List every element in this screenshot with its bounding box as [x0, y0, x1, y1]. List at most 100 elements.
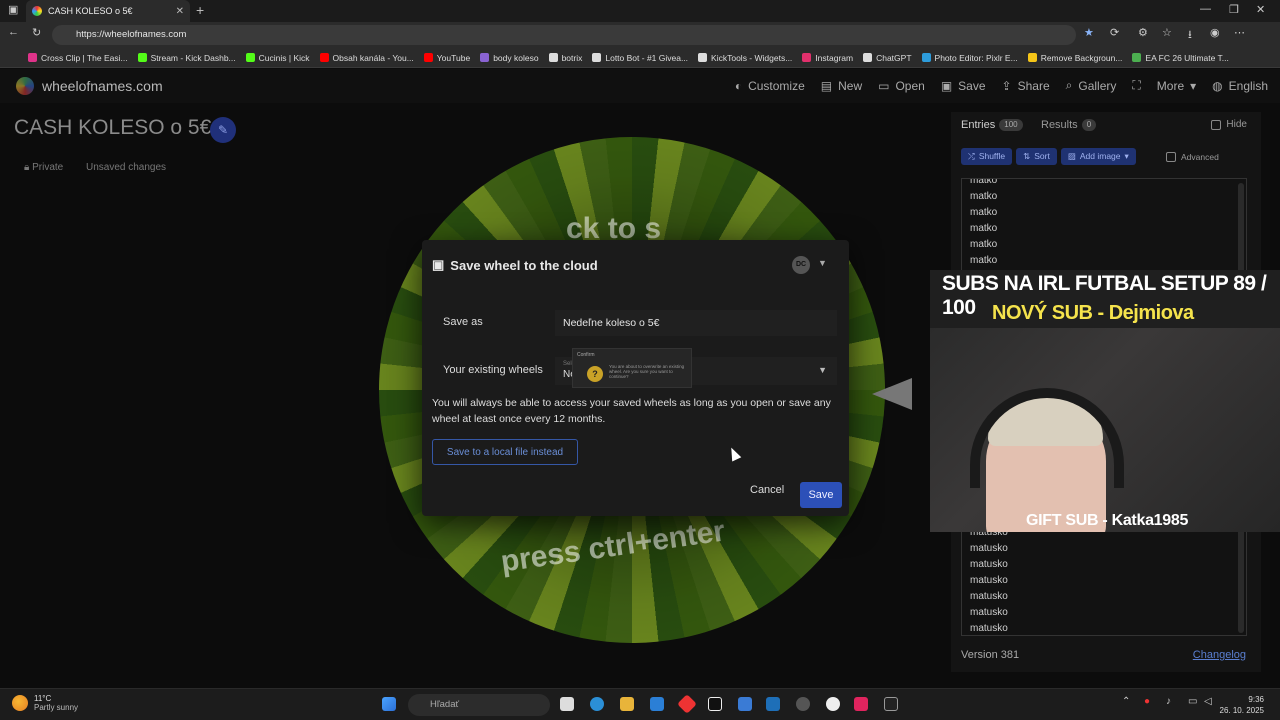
bookmark-item[interactable]: Photo Editor: Pixlr E...: [921, 53, 1018, 63]
taskbar-search[interactable]: Hľadať: [408, 694, 550, 716]
bookmark-item[interactable]: KickTools - Widgets...: [698, 53, 792, 63]
tiktok-live-icon[interactable]: [854, 697, 868, 711]
nav-gallery[interactable]: ⌕ Gallery: [1066, 78, 1117, 93]
file-explorer-icon[interactable]: [620, 697, 634, 711]
tab-entries[interactable]: Entries 100: [961, 119, 1023, 131]
button-label: Add image: [1079, 151, 1121, 161]
tab-results[interactable]: Results 0: [1041, 119, 1097, 131]
back-icon[interactable]: ←: [8, 26, 19, 38]
entry-item: matusko: [970, 591, 1008, 602]
site-logo[interactable]: wheelofnames.com: [16, 77, 163, 95]
bookmark-item[interactable]: Cross Clip | The Easi...: [28, 53, 128, 63]
shuffle-button[interactable]: ⤮ Shuffle: [961, 148, 1013, 165]
hide-toggle[interactable]: Hide: [1211, 119, 1247, 130]
nav-new[interactable]: ▤ New: [821, 78, 862, 93]
network-icon[interactable]: ▭: [1188, 696, 1202, 710]
nav-customize[interactable]: ◐ Customize: [735, 78, 805, 93]
bookmark-item[interactable]: ChatGPT: [863, 53, 912, 63]
app-red-icon[interactable]: [677, 694, 697, 714]
checkbox[interactable]: [1211, 119, 1222, 130]
nav-language[interactable]: ◍ English: [1212, 78, 1268, 93]
maximize-icon[interactable]: ❐: [1229, 3, 1239, 16]
bookmark-item[interactable]: Cucinis | Kick: [245, 53, 310, 63]
gift-sub-alert: GIFT SUB - Katka1985: [1026, 512, 1189, 529]
edge-icon[interactable]: [590, 697, 604, 711]
tiktok-icon[interactable]: [708, 697, 722, 711]
wheel-pointer: [872, 378, 912, 410]
hide-label: Hide: [1226, 119, 1247, 130]
bookmark-item[interactable]: Remove Backgroun...: [1027, 53, 1122, 63]
logo-text: wheelofnames.com: [42, 78, 163, 94]
browser-tab[interactable]: CASH KOLESO o 5€ ✕: [26, 0, 190, 22]
nav-more[interactable]: More ▾: [1157, 78, 1196, 93]
changelog-link[interactable]: Changelog: [1193, 649, 1246, 661]
minimize-icon[interactable]: —: [1200, 3, 1211, 15]
bookmark-item[interactable]: Lotto Bot - #1 Givea...: [592, 53, 688, 63]
store-icon[interactable]: [650, 697, 664, 711]
bookmark-item[interactable]: EA FC 26 Ultimate T...: [1132, 52, 1229, 63]
wheel-title[interactable]: CASH KOLESO o 5€: [14, 116, 211, 140]
bookmark-item[interactable]: Stream - Kick Dashb...: [137, 53, 236, 63]
task-view-icon[interactable]: [560, 697, 574, 711]
tab-actions-icon[interactable]: ▣: [8, 3, 18, 16]
system-clock[interactable]: 9:36 26. 10. 2025: [1220, 694, 1264, 716]
sort-button[interactable]: ⇅ Sort: [1016, 148, 1057, 165]
menu-icon[interactable]: ⋯: [1234, 26, 1245, 39]
address-bar[interactable]: https://wheelofnames.com: [52, 25, 1076, 45]
notes-icon[interactable]: [738, 697, 752, 711]
bookmark-star-icon[interactable]: ★: [1084, 26, 1094, 39]
search-icon: ⌕: [1065, 78, 1073, 92]
capture-icon[interactable]: [884, 697, 898, 711]
bookmark-label: EA FC 26 Ultimate T...: [1145, 52, 1229, 63]
new-tab-icon[interactable]: +: [196, 2, 204, 18]
add-image-button[interactable]: ▨ Add image ▾: [1060, 148, 1136, 165]
close-tab-icon[interactable]: ✕: [176, 6, 184, 17]
chevron-up-icon[interactable]: ⌃: [1122, 696, 1136, 710]
reload-icon[interactable]: ↻: [32, 26, 41, 39]
weather-widget[interactable]: 11°C Partly sunny: [12, 694, 78, 712]
nav-save[interactable]: ▣ Save: [941, 78, 986, 93]
favorites-icon[interactable]: ☆: [1162, 26, 1172, 39]
tab-label: Entries: [961, 119, 996, 131]
save-button[interactable]: Save: [800, 482, 842, 508]
stream-overlay: SUBS NA IRL FUTBAL SETUP 89 / 100 NOVÝ S…: [930, 270, 1280, 532]
save-local-button[interactable]: Save to a local file instead: [432, 439, 578, 465]
advanced-toggle[interactable]: Advanced: [1166, 152, 1219, 162]
settings-icon[interactable]: ⚙: [1138, 26, 1148, 39]
cancel-button[interactable]: Cancel: [750, 484, 784, 496]
url-text: https://wheelofnames.com: [76, 29, 187, 40]
entry-item: matko: [970, 207, 998, 218]
chevron-down-icon: ▾: [1190, 78, 1197, 93]
save-as-input[interactable]: [555, 310, 837, 336]
image-icon: ▨: [1067, 151, 1076, 161]
nav-open[interactable]: ▭ Open: [878, 78, 925, 93]
chrome-icon[interactable]: [826, 697, 840, 711]
button-label: Shuffle: [978, 151, 1006, 161]
nav-fullscreen[interactable]: ⛶: [1132, 78, 1140, 93]
bookmark-item[interactable]: botrix: [548, 53, 582, 63]
microphone-icon[interactable]: ♪: [1166, 696, 1180, 710]
close-window-icon[interactable]: ✕: [1256, 3, 1265, 16]
photos-icon[interactable]: [766, 697, 780, 711]
start-icon[interactable]: [382, 697, 396, 711]
browser-tab-bar: ▣ CASH KOLESO o 5€ ✕ + — ❐ ✕: [0, 0, 1280, 22]
file-icon: ▤: [820, 78, 833, 93]
entry-item: matko: [970, 223, 998, 234]
count-badge: 100: [999, 119, 1023, 131]
nav-share[interactable]: ⇪ Share: [1002, 78, 1050, 93]
obs-icon[interactable]: [796, 697, 810, 711]
bookmark-item[interactable]: Obsah kanála - You...: [319, 53, 414, 63]
volume-icon[interactable]: ◁: [1204, 696, 1218, 710]
tray-app-icon[interactable]: ●: [1144, 696, 1158, 710]
extensions-icon[interactable]: ⟳: [1110, 26, 1119, 39]
chevron-down-icon[interactable]: ▼: [818, 258, 827, 268]
bookmark-item[interactable]: YouTube: [423, 53, 470, 63]
profile-avatar[interactable]: ◉: [1210, 26, 1220, 39]
bookmark-item[interactable]: body koleso: [480, 53, 539, 63]
account-avatar[interactable]: DC: [792, 256, 810, 274]
bookmark-item[interactable]: Instagram: [802, 53, 853, 63]
checkbox[interactable]: [1166, 152, 1176, 162]
downloads-icon[interactable]: ⭳: [1188, 26, 1192, 45]
edit-title-button[interactable]: ✎: [210, 117, 236, 143]
count-badge: 0: [1081, 119, 1097, 131]
